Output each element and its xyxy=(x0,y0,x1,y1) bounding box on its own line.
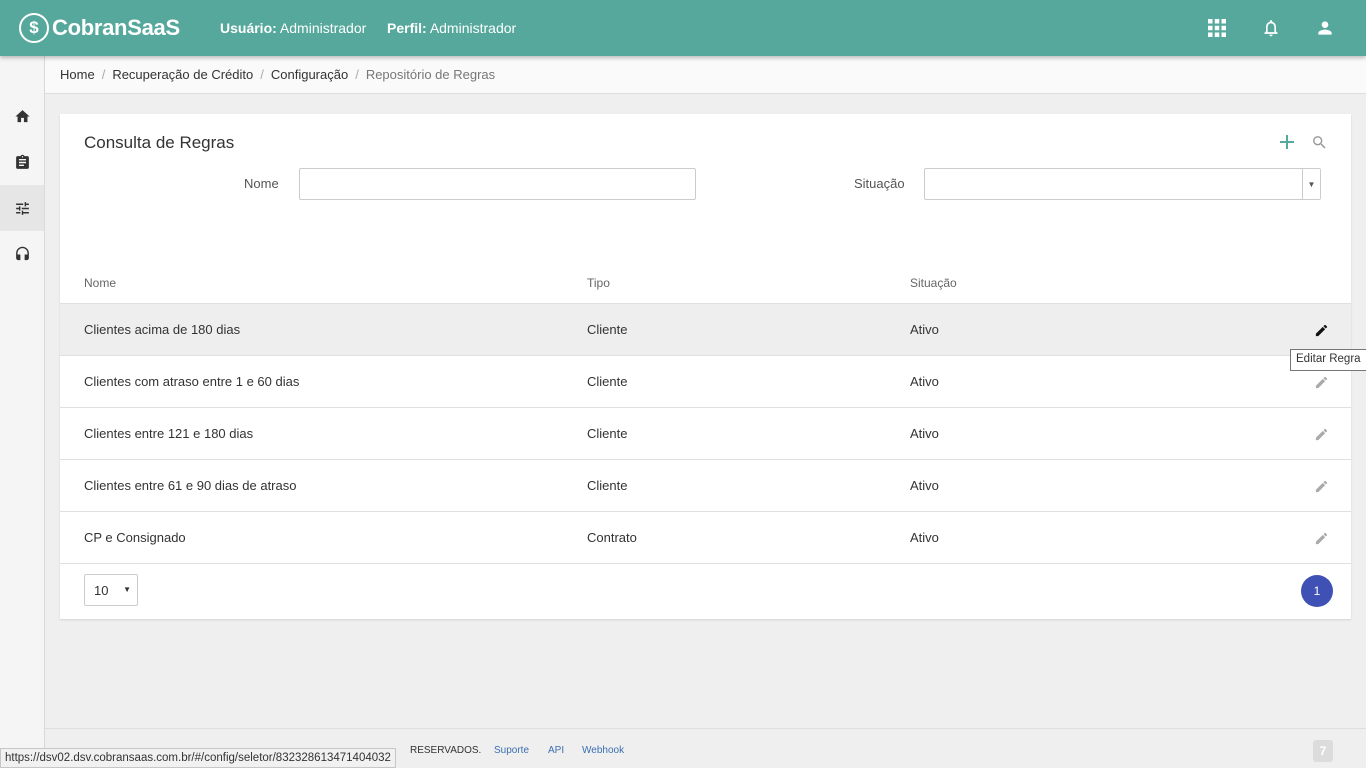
cell-name: Clientes entre 61 e 90 dias de atraso xyxy=(84,478,297,493)
logo-text: CobranSaaS xyxy=(52,15,180,40)
edit-rule-button[interactable] xyxy=(1312,425,1330,443)
cell-type: Cliente xyxy=(587,322,628,337)
user-info: Usuário: Administrador xyxy=(220,20,366,36)
sidebar-item-clipboard[interactable] xyxy=(0,139,44,185)
chevron-down-icon: ▼ xyxy=(1302,169,1320,199)
breadcrumb-separator: / xyxy=(355,67,359,82)
profile-label: Perfil: xyxy=(387,20,427,36)
home-icon xyxy=(14,109,30,122)
edit-rule-button[interactable] xyxy=(1312,477,1330,495)
profile-value: Administrador xyxy=(429,20,517,36)
add-rule-button[interactable] xyxy=(1277,132,1297,152)
table-row[interactable]: Clientes com atraso entre 1 e 60 dias Cl… xyxy=(60,356,1351,408)
column-header-type[interactable]: Tipo xyxy=(587,276,610,290)
account-icon[interactable] xyxy=(1315,18,1335,38)
sidebar-item-home[interactable] xyxy=(0,93,44,139)
page-size-value: 10 xyxy=(94,582,109,598)
table-row[interactable]: Clientes entre 61 e 90 dias de atraso Cl… xyxy=(60,460,1351,512)
status-filter-select[interactable]: ▼ xyxy=(924,168,1321,200)
cell-name: Clientes acima de 180 dias xyxy=(84,322,241,337)
breadcrumb: Home / Recuperação de Crédito / Configur… xyxy=(45,56,1366,94)
footer-link-api[interactable]: API xyxy=(548,745,564,756)
cell-status: Ativo xyxy=(910,530,939,545)
notifications-bell-icon[interactable] xyxy=(1261,18,1281,38)
top-bar: $ CobranSaaS Usuário: Administrador Perf… xyxy=(0,0,1366,56)
app-logo[interactable]: $ CobranSaaS xyxy=(19,11,180,45)
edit-rule-button[interactable] xyxy=(1312,529,1330,547)
edit-rule-tooltip: Editar Regra xyxy=(1290,349,1366,371)
breadcrumb-separator: / xyxy=(260,67,264,82)
user-value: Administrador xyxy=(279,20,367,36)
footer-brand-icon: 7 xyxy=(1313,740,1333,762)
sidebar xyxy=(0,56,45,768)
cell-name: Clientes entre 121 e 180 dias xyxy=(84,426,254,441)
table-header: Nome Tipo Situação xyxy=(60,268,1351,304)
cell-status: Ativo xyxy=(910,478,939,493)
profile-info: Perfil: Administrador xyxy=(387,20,516,36)
search-icon xyxy=(1312,135,1326,149)
breadcrumb-separator: / xyxy=(101,67,106,82)
name-filter-label: Nome xyxy=(244,176,279,191)
chevron-down-icon: ▼ xyxy=(123,585,131,594)
user-label: Usuário: xyxy=(220,20,277,36)
apps-grid-icon[interactable] xyxy=(1207,18,1227,38)
table-row[interactable]: CP e Consignado Contrato Ativo xyxy=(60,512,1351,564)
cell-name: Clientes com atraso entre 1 e 60 dias xyxy=(84,374,300,389)
cell-type: Cliente xyxy=(587,478,628,493)
name-filter-input[interactable] xyxy=(299,168,696,200)
edit-rule-button[interactable] xyxy=(1312,321,1330,339)
breadcrumb-configuration[interactable]: Configuração xyxy=(271,67,348,82)
breadcrumb-current: Repositório de Regras xyxy=(365,67,496,82)
column-header-status[interactable]: Situação xyxy=(910,276,957,290)
pencil-icon xyxy=(1315,376,1327,388)
pencil-icon xyxy=(1315,324,1327,336)
headset-icon xyxy=(15,246,29,260)
edit-rule-button[interactable] xyxy=(1312,373,1330,391)
status-filter-label: Situação xyxy=(854,176,905,191)
cell-type: Cliente xyxy=(587,374,628,389)
column-header-name[interactable]: Nome xyxy=(84,276,116,290)
breadcrumb-credit-recovery[interactable]: Recuperação de Crédito xyxy=(112,67,253,82)
sidebar-item-support[interactable] xyxy=(0,231,44,277)
clipboard-icon xyxy=(15,154,29,169)
pencil-icon xyxy=(1315,480,1327,492)
table-row[interactable]: Clientes acima de 180 dias Cliente Ativo xyxy=(60,304,1351,356)
pencil-icon xyxy=(1315,428,1327,440)
breadcrumb-home[interactable]: Home xyxy=(60,67,95,82)
logo-mark: $ xyxy=(19,13,49,43)
footer-link-webhook[interactable]: Webhook xyxy=(582,745,624,756)
cell-status: Ativo xyxy=(910,426,939,441)
footer-copyright: RESERVADOS. xyxy=(410,745,482,756)
add-icon xyxy=(1280,135,1294,149)
page-size-select[interactable]: 10 ▼ xyxy=(84,574,138,606)
tune-sliders-icon xyxy=(15,201,29,215)
footer-link-support[interactable]: Suporte xyxy=(494,745,529,756)
pencil-icon xyxy=(1315,532,1327,544)
table-row[interactable]: Clientes entre 121 e 180 dias Cliente At… xyxy=(60,408,1351,460)
page-title: Consulta de Regras xyxy=(84,133,235,152)
browser-status-url: https://dsv02.dsv.cobransaas.com.br/#/co… xyxy=(0,748,396,768)
cell-status: Ativo xyxy=(910,374,939,389)
rules-card: Consulta de Regras Nome Situação ▼ Nome … xyxy=(60,114,1351,619)
cell-status: Ativo xyxy=(910,322,939,337)
sidebar-item-settings[interactable] xyxy=(0,185,44,231)
cell-type: Cliente xyxy=(587,426,628,441)
cell-type: Contrato xyxy=(587,530,637,545)
search-button[interactable] xyxy=(1309,132,1329,152)
page-button-current[interactable]: 1 xyxy=(1301,575,1333,607)
cell-name: CP e Consignado xyxy=(84,530,186,545)
